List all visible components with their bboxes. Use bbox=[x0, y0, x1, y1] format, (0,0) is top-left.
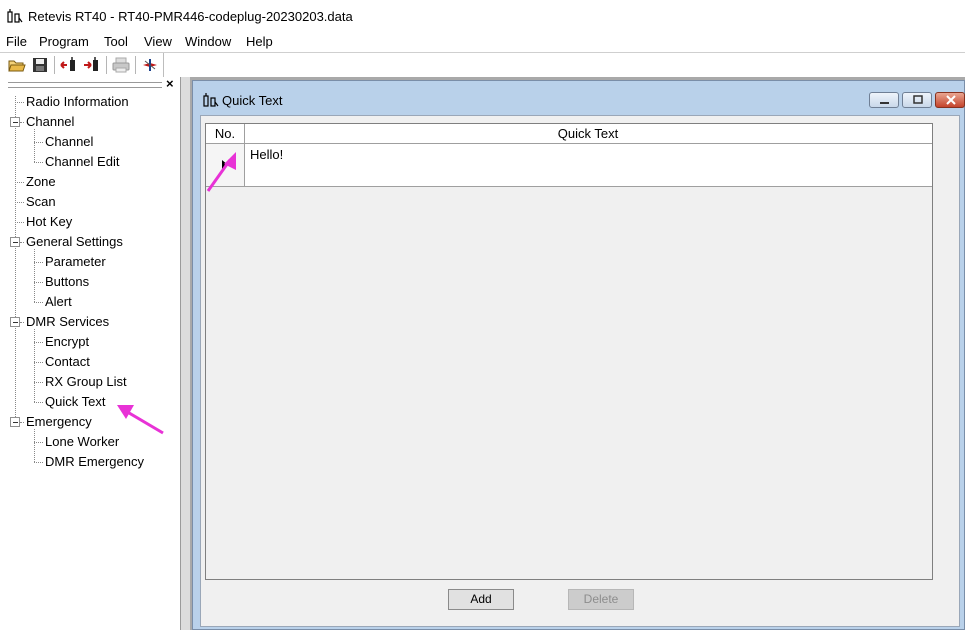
tree-item-channel[interactable]: Channel bbox=[26, 114, 74, 129]
menu-file[interactable]: File bbox=[6, 34, 27, 49]
tree-item-emergency[interactable]: Emergency bbox=[26, 414, 92, 429]
menu-window[interactable]: Window bbox=[185, 34, 231, 49]
tree-item-alert[interactable]: Alert bbox=[45, 294, 72, 309]
radio-app-icon bbox=[203, 93, 219, 107]
tree-item-dmr-services[interactable]: DMR Services bbox=[26, 314, 109, 329]
tree-item-parameter[interactable]: Parameter bbox=[45, 254, 106, 269]
tree-connector bbox=[34, 129, 35, 162]
collapse-icon[interactable] bbox=[10, 417, 20, 427]
toolbar-end bbox=[163, 53, 164, 77]
table-row[interactable]: Hello! bbox=[206, 144, 932, 187]
navigation-tree-panel: × Radio Information Channel Channel Chan… bbox=[0, 77, 181, 630]
annotation-arrow-icon bbox=[117, 405, 164, 435]
tree-connector bbox=[20, 322, 24, 323]
menu-view[interactable]: View bbox=[144, 34, 172, 49]
tree-connector bbox=[34, 329, 35, 402]
tree-item-channel-list[interactable]: Channel bbox=[45, 134, 93, 149]
save-icon[interactable] bbox=[31, 56, 49, 74]
restore-button[interactable] bbox=[902, 92, 932, 108]
toolbar bbox=[0, 52, 965, 78]
tree-item-radio-information[interactable]: Radio Information bbox=[26, 94, 129, 109]
toolbar-separator bbox=[54, 56, 55, 74]
minimize-button[interactable] bbox=[869, 92, 899, 108]
minimize-icon bbox=[880, 102, 889, 104]
tree-connector bbox=[34, 262, 43, 263]
collapse-icon[interactable] bbox=[10, 237, 20, 247]
column-header-quick-text[interactable]: Quick Text bbox=[245, 124, 931, 143]
close-button[interactable] bbox=[935, 92, 965, 108]
tree-item-channel-edit[interactable]: Channel Edit bbox=[45, 154, 119, 169]
tree-item-hot-key[interactable]: Hot Key bbox=[26, 214, 72, 229]
quick-text-cell[interactable]: Hello! bbox=[250, 147, 283, 162]
child-window-title: Quick Text bbox=[222, 93, 283, 108]
about-icon[interactable] bbox=[141, 56, 159, 74]
panel-splitter[interactable] bbox=[181, 77, 190, 630]
tree-connector bbox=[15, 202, 24, 203]
title-bar: Retevis RT40 - RT40-PMR446-codeplug-2023… bbox=[0, 0, 965, 32]
grid-header: No. Quick Text bbox=[206, 124, 932, 144]
tree-connector bbox=[15, 102, 24, 103]
open-folder-icon[interactable] bbox=[8, 56, 26, 74]
toolbar-separator bbox=[135, 56, 136, 74]
tree-connector bbox=[34, 462, 43, 463]
quick-text-window: Quick Text No. Quick Text Hello! Add Del… bbox=[192, 80, 965, 630]
print-icon[interactable] bbox=[112, 56, 130, 74]
tree-connector bbox=[20, 422, 24, 423]
panel-grip[interactable] bbox=[8, 82, 162, 88]
tree-connector bbox=[34, 342, 43, 343]
tree-connector bbox=[15, 222, 24, 223]
tree-connector bbox=[15, 96, 16, 423]
annotation-arrow-icon bbox=[206, 152, 236, 192]
tree-connector bbox=[34, 162, 43, 163]
menu-bar: File Program Tool View Window Help bbox=[0, 32, 965, 52]
radio-app-icon bbox=[7, 9, 23, 23]
write-radio-icon[interactable] bbox=[83, 56, 101, 74]
menu-program[interactable]: Program bbox=[39, 34, 89, 49]
add-button[interactable]: Add bbox=[448, 589, 514, 610]
quick-text-grid: No. Quick Text Hello! bbox=[205, 123, 933, 580]
delete-button[interactable]: Delete bbox=[568, 589, 634, 610]
tree-item-contact[interactable]: Contact bbox=[45, 354, 90, 369]
tree-connector bbox=[34, 442, 43, 443]
tree-connector bbox=[34, 362, 43, 363]
collapse-icon[interactable] bbox=[10, 317, 20, 327]
tree-connector bbox=[34, 249, 35, 302]
tree-item-dmr-emergency[interactable]: DMR Emergency bbox=[45, 454, 144, 469]
read-radio-icon[interactable] bbox=[60, 56, 78, 74]
close-icon[interactable]: × bbox=[166, 77, 174, 91]
tree-item-lone-worker[interactable]: Lone Worker bbox=[45, 434, 119, 449]
tree-connector bbox=[34, 402, 43, 403]
tree-item-quick-text[interactable]: Quick Text bbox=[45, 394, 105, 409]
quick-text-panel: No. Quick Text Hello! Add Delete bbox=[200, 115, 960, 627]
window-title: Retevis RT40 - RT40-PMR446-codeplug-2023… bbox=[28, 9, 353, 24]
column-header-no[interactable]: No. bbox=[206, 124, 245, 143]
tree-connector bbox=[34, 429, 35, 462]
tree-item-rx-group-list[interactable]: RX Group List bbox=[45, 374, 127, 389]
tree-item-buttons[interactable]: Buttons bbox=[45, 274, 89, 289]
tree-item-encrypt[interactable]: Encrypt bbox=[45, 334, 89, 349]
tree-connector bbox=[15, 182, 24, 183]
tree-item-zone[interactable]: Zone bbox=[26, 174, 56, 189]
tree-item-scan[interactable]: Scan bbox=[26, 194, 56, 209]
tree-connector bbox=[20, 122, 24, 123]
tree-connector bbox=[20, 242, 24, 243]
tree-connector bbox=[34, 142, 43, 143]
tree-item-general-settings[interactable]: General Settings bbox=[26, 234, 123, 249]
restore-icon bbox=[913, 95, 923, 104]
tree-connector bbox=[34, 282, 43, 283]
toolbar-separator bbox=[106, 56, 107, 74]
tree-connector bbox=[34, 382, 43, 383]
close-icon bbox=[946, 95, 956, 105]
menu-help[interactable]: Help bbox=[246, 34, 273, 49]
collapse-icon[interactable] bbox=[10, 117, 20, 127]
tree-connector bbox=[34, 302, 43, 303]
menu-tool[interactable]: Tool bbox=[104, 34, 128, 49]
